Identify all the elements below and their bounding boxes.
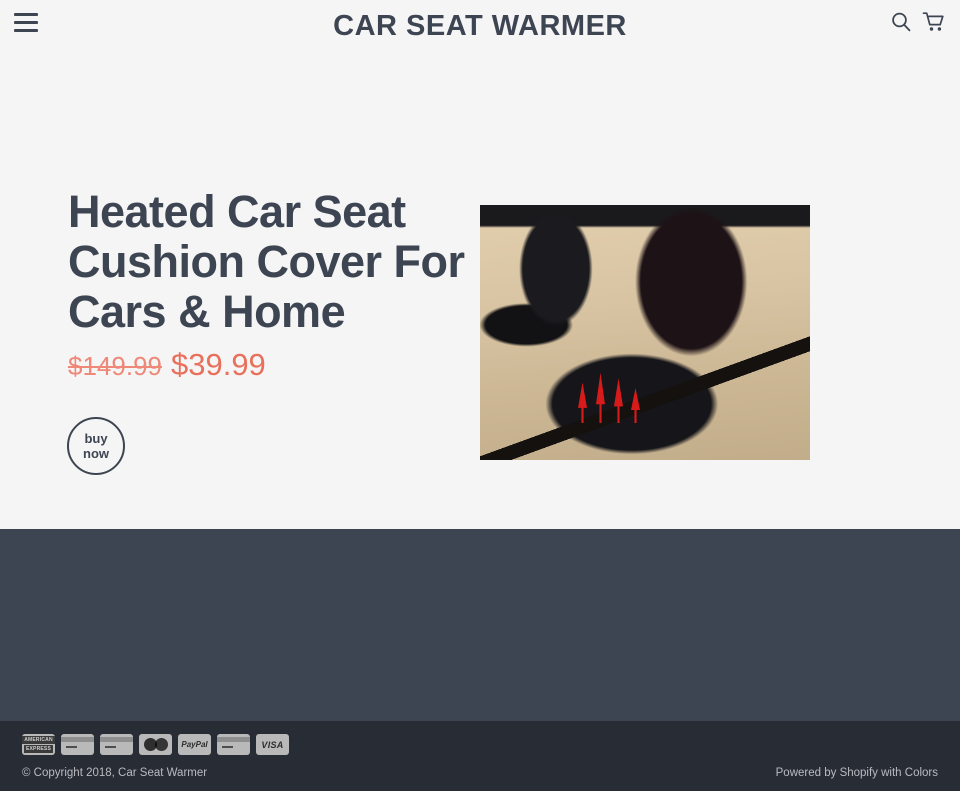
buy-now-line2: now: [83, 446, 109, 461]
american-express-icon: AMERICAN EXPRESS: [22, 734, 55, 755]
mastercard-icon: [139, 734, 172, 755]
visa-icon: VISA: [256, 734, 289, 755]
hero-heading: Heated Car Seat Cushion Cover For Cars &…: [68, 186, 465, 337]
hamburger-bar: [14, 29, 38, 32]
hero-section: Heated Car Seat Cushion Cover For Cars &…: [0, 53, 960, 529]
price-original: $149.99: [68, 351, 162, 381]
site-header: CAR SEAT WARMER: [0, 0, 960, 53]
page-title: CAR SEAT WARMER: [333, 10, 627, 42]
price-sale: $39.99: [170, 347, 266, 382]
hamburger-bar: [14, 21, 38, 24]
diners-club-icon: [61, 734, 94, 755]
powered-by-text: Powered by Shopify with Colors: [775, 767, 938, 779]
heat-wave-graphic: [570, 343, 650, 423]
search-icon[interactable]: [890, 11, 912, 33]
price-block: $149.99 $39.99: [68, 347, 266, 383]
paypal-icon: PayPal: [178, 734, 211, 755]
cart-icon[interactable]: [922, 11, 946, 33]
amex-line-1: AMERICAN: [22, 736, 55, 744]
mastercard-circles: [143, 738, 168, 751]
bottom-bar: AMERICAN EXPRESS PayPal VISA © Copyright…: [0, 721, 960, 791]
heat-arrow: [578, 382, 587, 423]
card-dash: [66, 746, 77, 748]
payment-icons: AMERICAN EXPRESS PayPal VISA: [22, 734, 289, 755]
amex-line-2: EXPRESS: [23, 745, 54, 753]
card-dash: [105, 746, 116, 748]
copyright-text: © Copyright 2018, Car Seat Warmer: [22, 767, 208, 779]
buy-now-line1: buy: [84, 431, 108, 446]
maestro-icon: [217, 734, 250, 755]
site-footer: Footer menu Search Shipping & Delivery T…: [0, 529, 960, 721]
heat-arrow: [596, 372, 605, 423]
header-icon-group: [890, 11, 946, 33]
card-dash: [222, 746, 233, 748]
heat-arrow: [631, 388, 640, 423]
buy-now-button[interactable]: buy now: [67, 417, 125, 475]
hamburger-icon[interactable]: [14, 13, 38, 32]
hamburger-bar: [14, 13, 38, 16]
discover-icon: [100, 734, 133, 755]
heat-arrow: [614, 378, 623, 423]
